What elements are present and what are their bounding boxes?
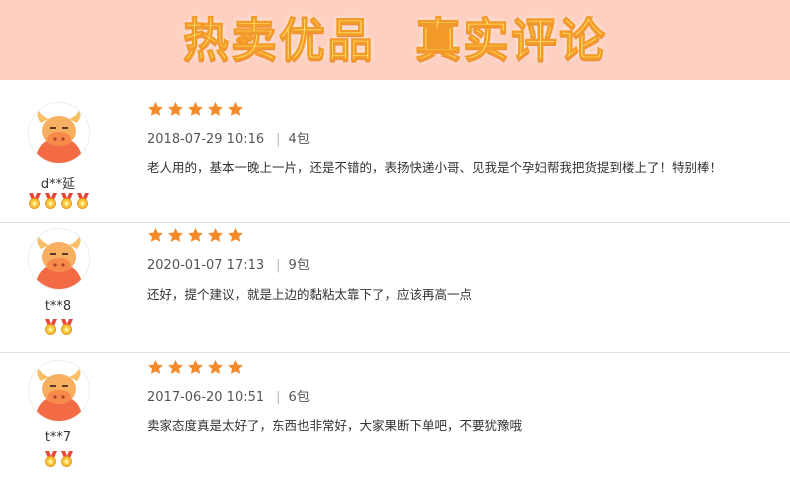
medal-icon [45, 451, 57, 467]
bull-avatar-icon [35, 237, 83, 289]
product-variant: 4包 [288, 132, 310, 147]
star-icon [208, 227, 223, 242]
medal-icon [77, 193, 89, 209]
review-date: 2017-06-20 10:51 [147, 390, 265, 405]
title-left: 热卖优品 [183, 13, 375, 68]
star-icon [188, 359, 203, 374]
star-icon [228, 101, 243, 116]
rating-stars [147, 359, 244, 376]
star-icon [228, 227, 243, 242]
review-item: d**延 2018-07-29 10:16 | 4包 老人用的，基本一晚上一片，还是… [0, 92, 790, 223]
avatar [28, 228, 90, 290]
star-icon [188, 227, 203, 242]
star-icon [208, 359, 223, 374]
star-icon [148, 101, 163, 116]
username: d**延 [40, 177, 76, 192]
star-icon [148, 359, 163, 374]
user-level-medals [43, 451, 74, 467]
rating-stars [147, 227, 244, 244]
star-icon [188, 101, 203, 116]
meta-divider: | [276, 390, 281, 405]
medal-icon [29, 193, 41, 209]
star-icon [148, 227, 163, 242]
review-item: t**7 2017-06-20 10:51 | 6包 卖家态度真是太好了，东西也非常… [0, 352, 790, 482]
review-item: t**8 2020-01-07 17:13 | 9包 还好，提个建议，就是上边的黏粘… [0, 222, 790, 353]
medal-icon [45, 193, 57, 209]
page-title: 热卖优品 真实评论 [0, 0, 790, 80]
product-variant: 9包 [288, 258, 310, 273]
header-banner: 热卖优品 真实评论 [0, 0, 790, 80]
username: t**8 [44, 299, 72, 314]
product-variant: 6包 [288, 390, 310, 405]
star-icon [168, 359, 183, 374]
avatar [28, 102, 90, 164]
meta-divider: | [276, 132, 281, 147]
user-level-medals [27, 193, 90, 209]
review-text: 还好，提个建议，就是上边的黏粘太靠下了，应该再高一点 [147, 287, 473, 302]
star-icon [208, 101, 223, 116]
username: t**7 [44, 430, 72, 445]
medal-icon [61, 451, 73, 467]
review-date: 2018-07-29 10:16 [147, 132, 265, 147]
user-level-medals [43, 319, 74, 335]
review-meta: 2020-01-07 17:13 | 9包 [147, 254, 310, 273]
review-meta: 2018-07-29 10:16 | 4包 [147, 128, 310, 147]
review-date: 2020-01-07 17:13 [147, 258, 265, 273]
medal-icon [61, 319, 73, 335]
meta-divider: | [276, 258, 281, 273]
title-right: 真实评论 [415, 13, 607, 68]
bull-avatar-icon [35, 369, 83, 421]
rating-stars [147, 101, 244, 118]
review-text: 老人用的，基本一晚上一片，还是不错的，表扬快递小哥、见我是个孕妇帮我把货提到楼上… [147, 160, 723, 175]
star-icon [228, 359, 243, 374]
review-text: 卖家态度真是太好了，东西也非常好，大家果断下单吧，不要犹豫哦 [147, 418, 523, 433]
bull-avatar-icon [35, 111, 83, 163]
review-meta: 2017-06-20 10:51 | 6包 [147, 386, 310, 405]
medal-icon [61, 193, 73, 209]
star-icon [168, 227, 183, 242]
star-icon [168, 101, 183, 116]
medal-icon [45, 319, 57, 335]
avatar [28, 360, 90, 422]
